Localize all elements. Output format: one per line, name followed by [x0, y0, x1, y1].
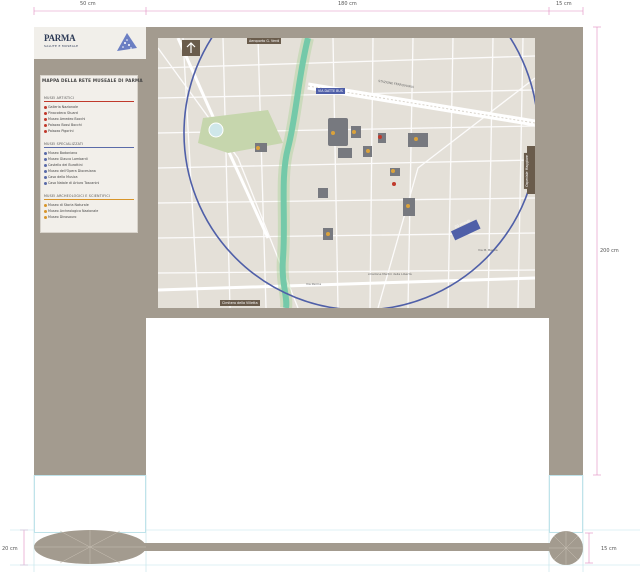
base-plan: [34, 530, 583, 565]
